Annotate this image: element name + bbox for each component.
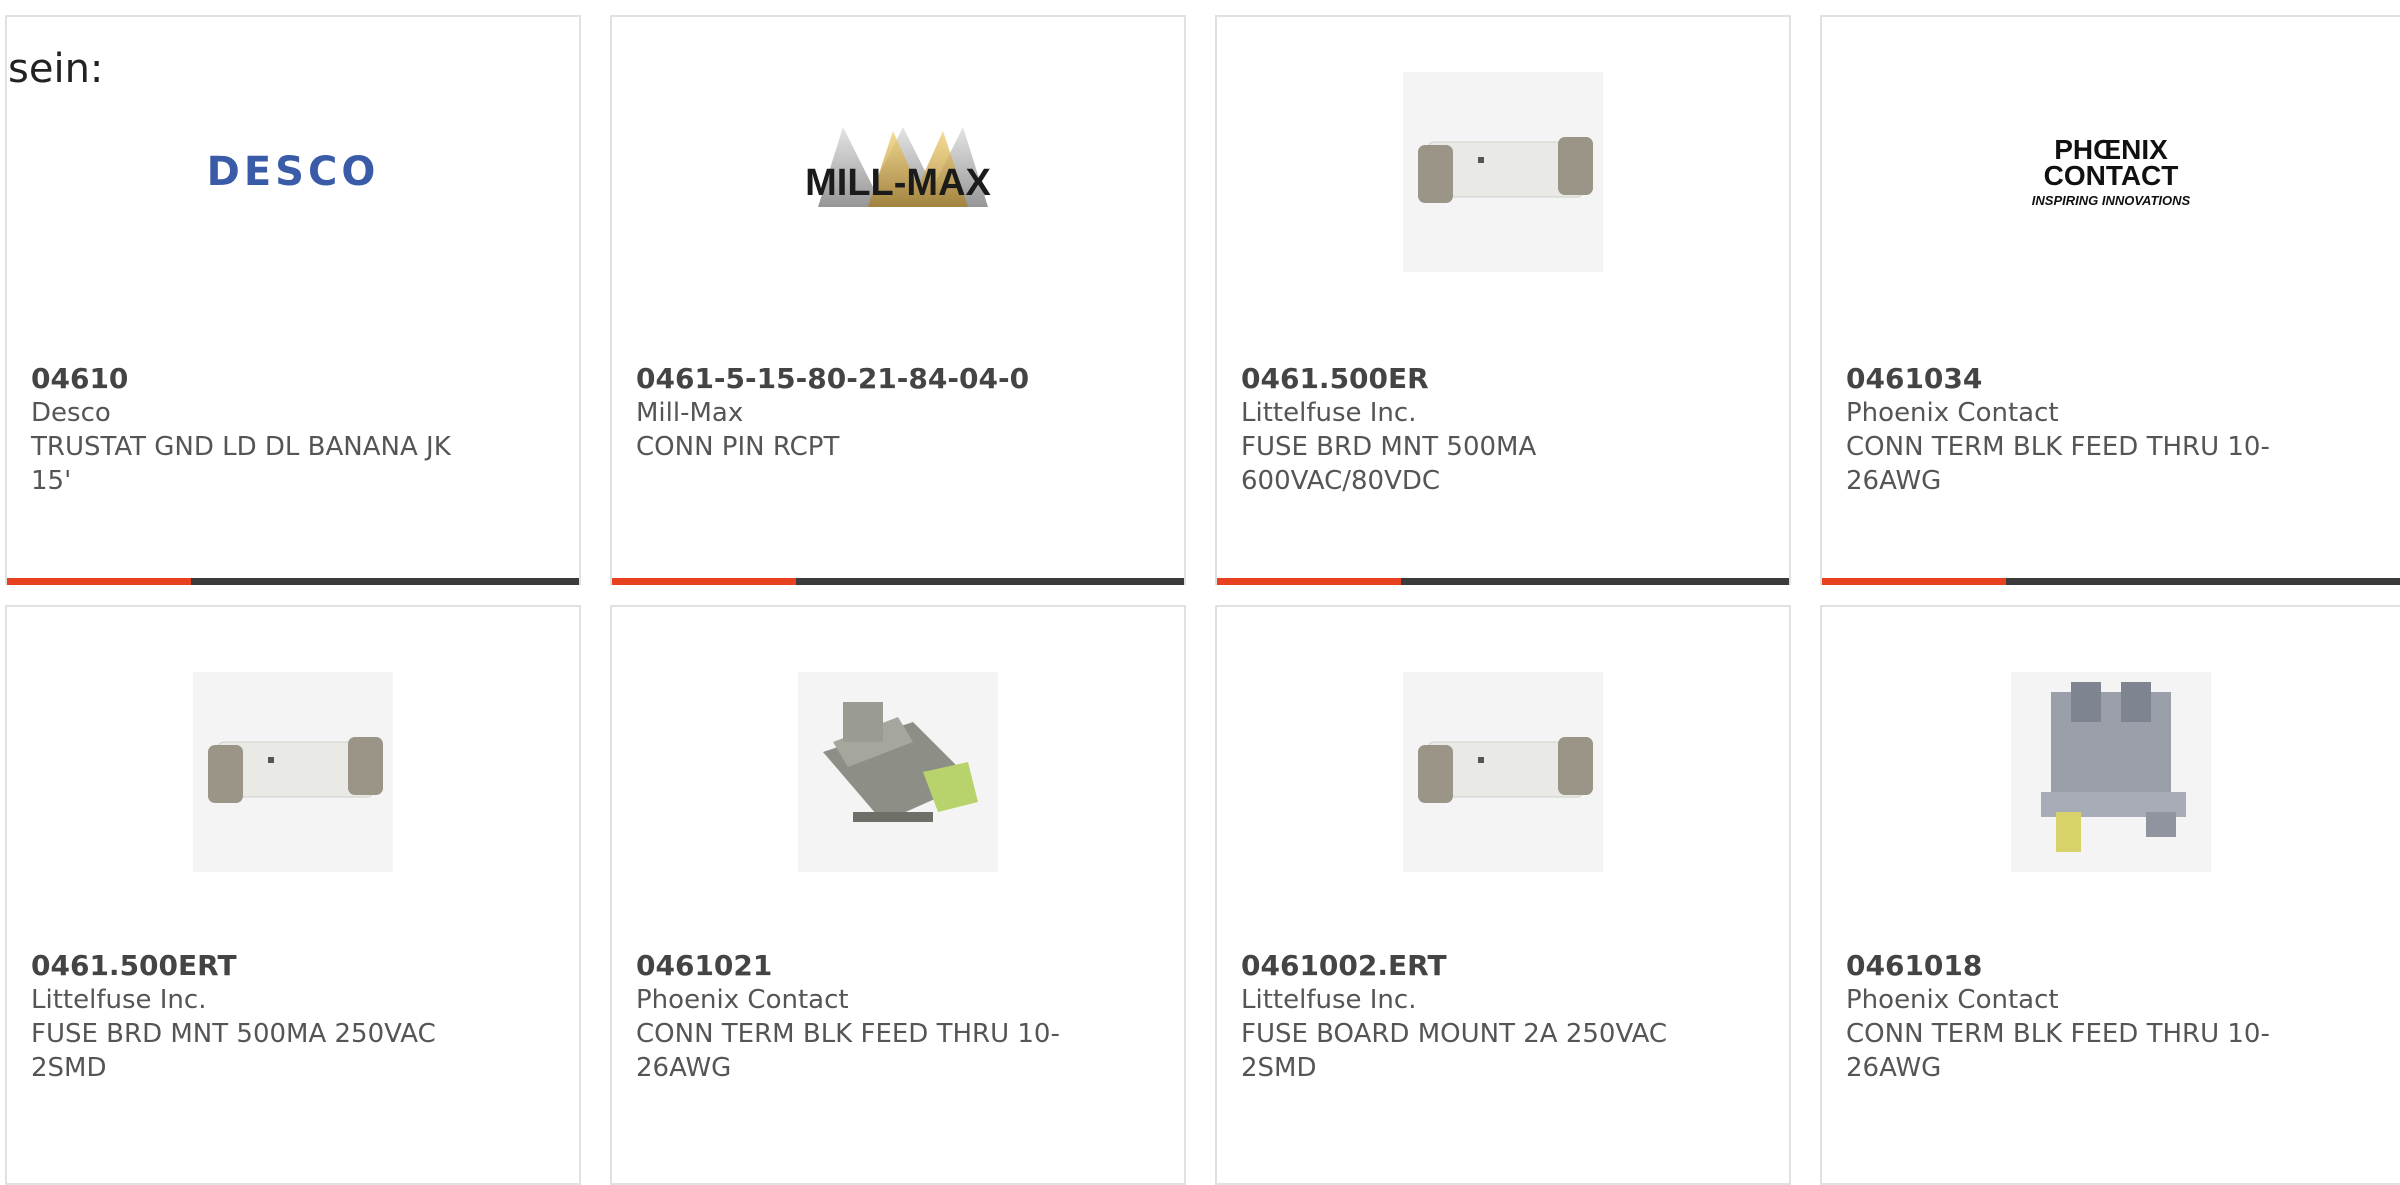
- part-number[interactable]: 04610: [31, 362, 471, 396]
- fuse-photo: [193, 672, 393, 872]
- phoenix-contact-logo: PHŒNIX CONTACT INSPIRING INNOVATIONS: [2031, 133, 2191, 208]
- fuse-photo: [1403, 72, 1603, 272]
- card-bar: [1217, 578, 1789, 585]
- desco-logo: DESCO: [206, 149, 380, 195]
- description: CONN TERM BLK FEED THRU 10-26AWG: [1846, 1019, 2270, 1083]
- product-image[interactable]: [1217, 67, 1789, 277]
- product-card[interactable]: MILL-MAX 0461-5-15-80-21-84-04-0 Mill-Ma…: [610, 15, 1186, 585]
- description: FUSE BOARD MOUNT 2A 250VAC 2SMD: [1241, 1019, 1668, 1083]
- description: FUSE BRD MNT 500MA 600VAC/80VDC: [1241, 432, 1537, 496]
- product-card[interactable]: 0461.500ER Littelfuse Inc. FUSE BRD MNT …: [1215, 15, 1791, 585]
- manufacturer: Desco: [31, 398, 111, 428]
- description: TRUSTAT GND LD DL BANANA JK 15': [31, 432, 451, 496]
- card-bar: [7, 578, 579, 585]
- card-bar: [612, 578, 1184, 585]
- phoenix-logo-tagline: INSPIRING INNOVATIONS: [2031, 192, 2191, 208]
- terminal-block-icon: [823, 702, 978, 822]
- intro-text: sein:: [8, 46, 104, 92]
- product-image[interactable]: MILL-MAX: [612, 67, 1184, 277]
- product-card[interactable]: 0461.500ERT Littelfuse Inc. FUSE BRD MNT…: [5, 605, 581, 1185]
- description: CONN PIN RCPT: [636, 432, 840, 462]
- terminal-block-photo: [2011, 672, 2211, 872]
- product-image[interactable]: DESCO: [7, 67, 579, 277]
- manufacturer: Littelfuse Inc.: [31, 985, 207, 1015]
- product-card[interactable]: DESCO 04610 Desco TRUSTAT GND LD DL BANA…: [5, 15, 581, 585]
- description: CONN TERM BLK FEED THRU 10-26AWG: [636, 1019, 1060, 1083]
- mill-max-logo-text: MILL-MAX: [805, 162, 991, 204]
- product-card[interactable]: 0461002.ERT Littelfuse Inc. FUSE BOARD M…: [1215, 605, 1791, 1185]
- terminal-block-icon: [2041, 682, 2186, 852]
- product-image[interactable]: [612, 667, 1184, 877]
- product-card[interactable]: PHŒNIX CONTACT INSPIRING INNOVATIONS 046…: [1820, 15, 2400, 585]
- part-number[interactable]: 0461-5-15-80-21-84-04-0: [636, 362, 1076, 396]
- product-card[interactable]: 0461021 Phoenix Contact CONN TERM BLK FE…: [610, 605, 1186, 1185]
- part-number[interactable]: 0461002.ERT: [1241, 949, 1681, 983]
- fuse-photo: [1403, 672, 1603, 872]
- mill-max-logo: MILL-MAX: [805, 127, 992, 207]
- manufacturer: Phoenix Contact: [636, 985, 849, 1015]
- part-number[interactable]: 0461018: [1846, 949, 2286, 983]
- phoenix-logo-line1: PHŒNIX: [2054, 133, 2168, 165]
- terminal-block-photo: [798, 672, 998, 872]
- fuse-icon: [208, 737, 383, 803]
- card-bar-accent: [1822, 578, 2006, 585]
- phoenix-logo-line2: CONTACT: [2043, 159, 2179, 191]
- manufacturer: Littelfuse Inc.: [1241, 398, 1417, 428]
- card-bar-accent: [1217, 578, 1401, 585]
- fuse-icon: [1418, 137, 1593, 203]
- product-image[interactable]: PHŒNIX CONTACT INSPIRING INNOVATIONS: [1822, 67, 2400, 277]
- description: CONN TERM BLK FEED THRU 10-26AWG: [1846, 432, 2270, 496]
- fuse-icon: [1418, 737, 1593, 803]
- part-number[interactable]: 0461.500ERT: [31, 949, 471, 983]
- product-image[interactable]: [7, 667, 579, 877]
- part-number[interactable]: 0461034: [1846, 362, 2286, 396]
- product-image[interactable]: [1217, 667, 1789, 877]
- card-bar-accent: [7, 578, 191, 585]
- product-card[interactable]: 0461018 Phoenix Contact CONN TERM BLK FE…: [1820, 605, 2400, 1185]
- part-number[interactable]: 0461021: [636, 949, 1076, 983]
- manufacturer: Littelfuse Inc.: [1241, 985, 1417, 1015]
- product-image[interactable]: [1822, 667, 2400, 877]
- description: FUSE BRD MNT 500MA 250VAC 2SMD: [31, 1019, 436, 1083]
- card-bar-accent: [612, 578, 796, 585]
- manufacturer: Phoenix Contact: [1846, 985, 2059, 1015]
- manufacturer: Phoenix Contact: [1846, 398, 2059, 428]
- card-bar: [1822, 578, 2400, 585]
- manufacturer: Mill-Max: [636, 398, 744, 428]
- part-number[interactable]: 0461.500ER: [1241, 362, 1681, 396]
